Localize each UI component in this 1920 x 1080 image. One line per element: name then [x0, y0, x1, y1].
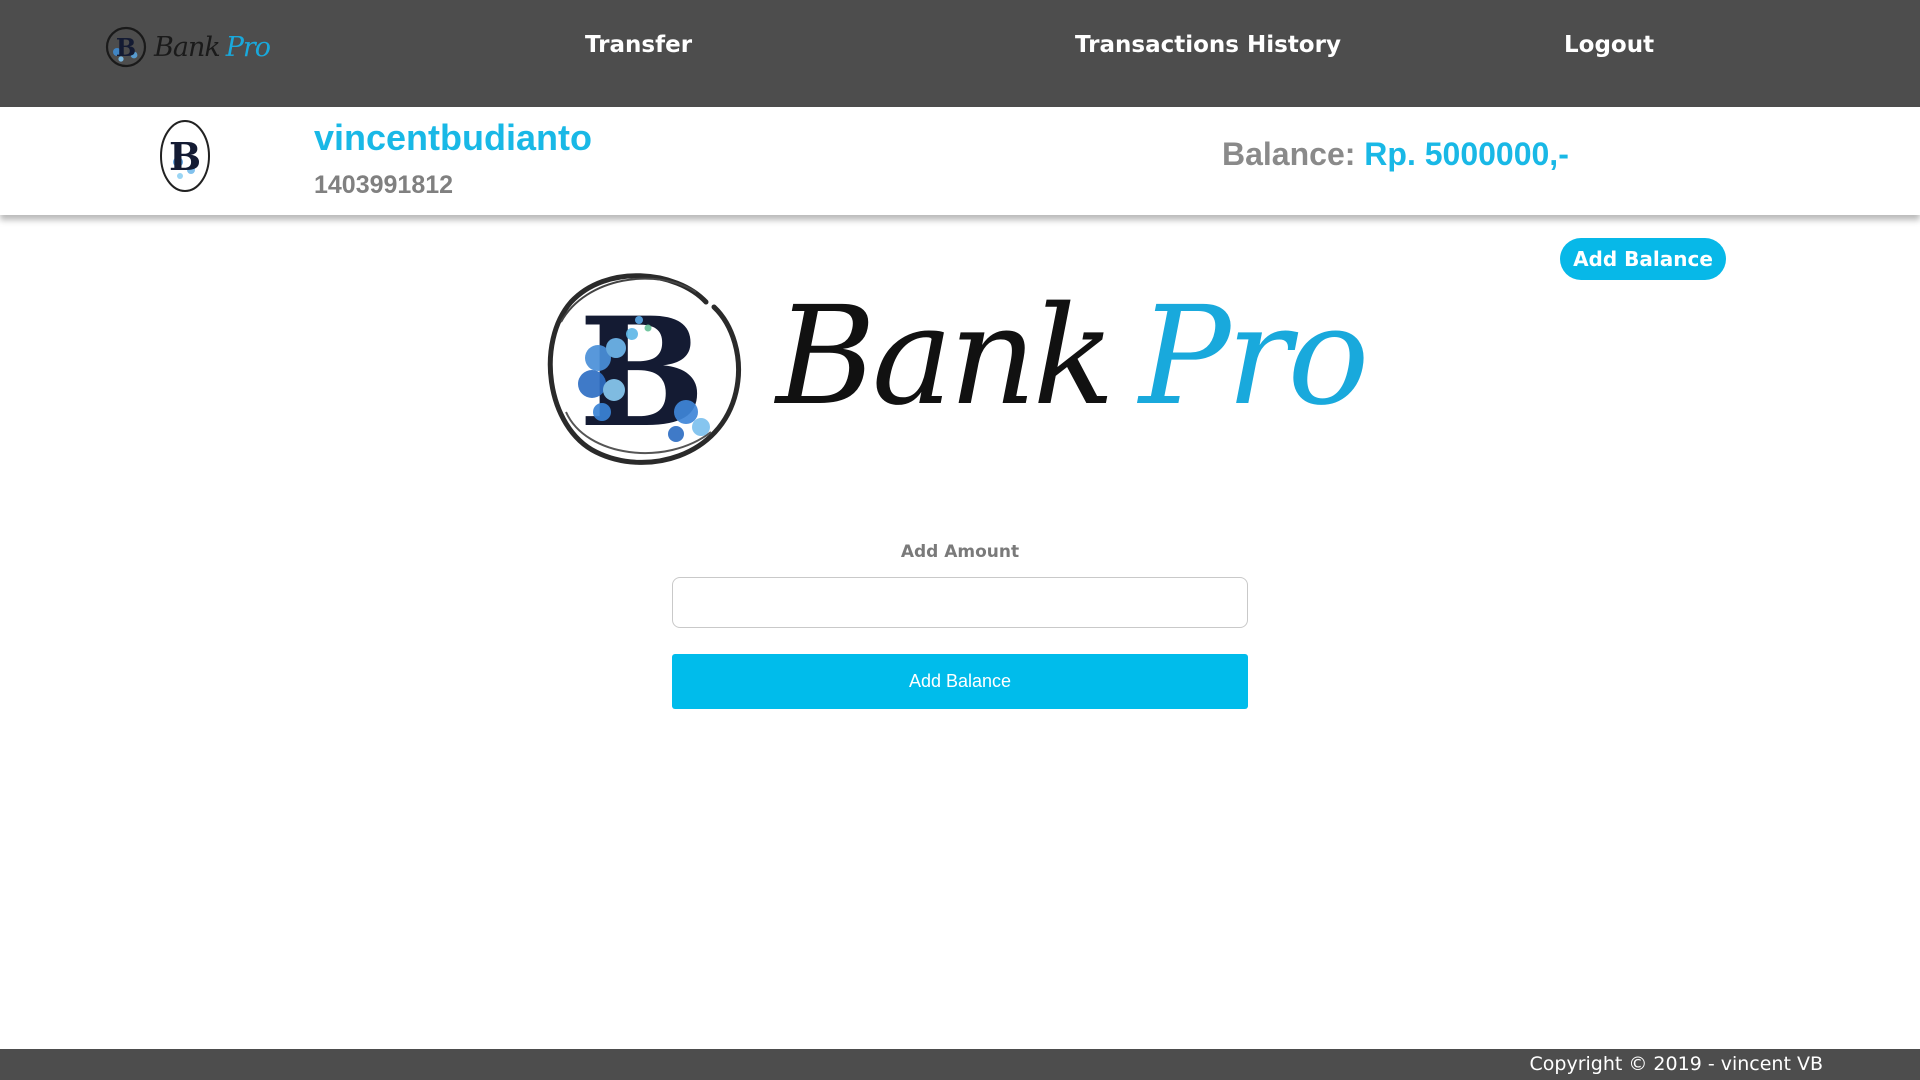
home-logo-link[interactable]: B Bank Pro [104, 24, 280, 70]
username: vincentbudianto [314, 117, 592, 158]
brand-wordmark: Bank Pro [776, 282, 1369, 432]
logo-word-bank: Bank [154, 31, 221, 63]
add-balance-nav-button[interactable]: Add Balance [1560, 238, 1726, 280]
brand-logo: B Bank Pro [536, 262, 1396, 474]
nav-transactions-history-link[interactable]: Transactions History [1075, 28, 1341, 62]
amount-input[interactable] [672, 577, 1248, 628]
copyright-text: Copyright © 2019 - vincent VB [1529, 1053, 1823, 1075]
nav-transfer-link[interactable]: Transfer [585, 28, 692, 62]
balance-value: Rp. 5000000,- [1364, 136, 1569, 172]
top-navbar: B Bank Pro Transfer Transactions History … [0, 0, 1920, 107]
logo-word-pro: Pro [225, 31, 271, 63]
account-number: 1403991812 [314, 171, 454, 199]
logo-wordmark: Bank Pro [154, 31, 271, 63]
nav-logout-link[interactable]: Logout [1564, 28, 1654, 62]
add-balance-submit-button[interactable]: Add Balance [672, 654, 1248, 709]
balance-label: Balance: [1222, 136, 1365, 172]
floral-b-monogram-icon: B [547, 273, 742, 465]
footer: Copyright © 2019 - vincent VB [0, 1049, 1920, 1080]
balance-display: Balance: Rp. 5000000,- [1222, 136, 1569, 173]
profile-bar: B vincentbudianto 1403991812 Balance: Rp… [0, 107, 1920, 215]
user-avatar-logo-icon: B [160, 120, 210, 192]
add-amount-label: Add Amount [900, 542, 1020, 562]
brand-word-pro: Pro [1139, 278, 1369, 436]
bank-pro-logo-icon: B [105, 26, 147, 68]
brand-word-bank: Bank [776, 278, 1115, 436]
svg-text:B: B [116, 33, 136, 62]
svg-text:B: B [169, 134, 201, 179]
